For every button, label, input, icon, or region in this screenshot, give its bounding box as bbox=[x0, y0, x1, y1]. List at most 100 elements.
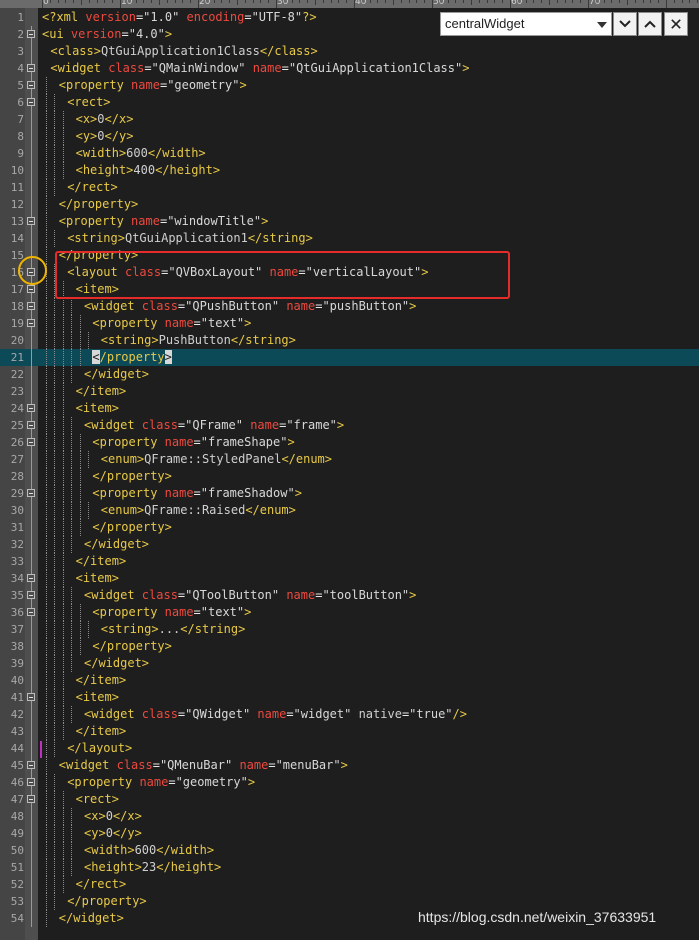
code-line[interactable]: 26 <property name="frameShape"> bbox=[0, 434, 699, 451]
code-line[interactable]: 49 <y>0</y> bbox=[0, 825, 699, 842]
code-line[interactable]: 39 </widget> bbox=[0, 655, 699, 672]
indent-guide bbox=[62, 723, 64, 740]
indent-guide bbox=[54, 876, 56, 893]
code-line[interactable]: 40 </item> bbox=[0, 672, 699, 689]
code-line[interactable]: 19 <property name="text"> bbox=[0, 315, 699, 332]
collapse-icon[interactable] bbox=[27, 217, 35, 225]
indent-guide bbox=[54, 723, 56, 740]
code-line[interactable]: 5 <property name="geometry"> bbox=[0, 77, 699, 94]
code-line[interactable]: 38 </property> bbox=[0, 638, 699, 655]
code-line[interactable]: 47 <rect> bbox=[0, 791, 699, 808]
code-token: name bbox=[131, 78, 160, 92]
collapse-icon[interactable] bbox=[27, 608, 35, 616]
indent-guide bbox=[62, 502, 64, 519]
collapse-icon[interactable] bbox=[27, 302, 35, 310]
fold-guide bbox=[31, 672, 32, 689]
code-line[interactable]: 36 <property name="text"> bbox=[0, 604, 699, 621]
code-line[interactable]: 44 </layout> bbox=[0, 740, 699, 757]
code-line[interactable]: 8 <y>0</y> bbox=[0, 128, 699, 145]
code-line[interactable]: 11 </rect> bbox=[0, 179, 699, 196]
code-line[interactable]: 9 <width>600</width> bbox=[0, 145, 699, 162]
code-line[interactable]: 3 <class>QtGuiApplication1Class</class> bbox=[0, 43, 699, 60]
code-line[interactable]: 53 </property> bbox=[0, 893, 699, 910]
code-line[interactable]: 25 <widget class="QFrame" name="frame"> bbox=[0, 417, 699, 434]
collapse-icon[interactable] bbox=[27, 285, 35, 293]
code-line[interactable]: 4 <widget class="QMainWindow" name="QtGui… bbox=[0, 60, 699, 77]
code-line[interactable]: 43 </item> bbox=[0, 723, 699, 740]
collapse-icon[interactable] bbox=[27, 438, 35, 446]
code-line[interactable]: 42 <widget class="QWidget" name="widget" … bbox=[0, 706, 699, 723]
collapse-icon[interactable] bbox=[27, 30, 35, 38]
code-line[interactable]: 18 <widget class="QPushButton" name="push… bbox=[0, 298, 699, 315]
collapse-icon[interactable] bbox=[27, 778, 35, 786]
ruler-tick bbox=[463, 0, 465, 3]
code-line[interactable]: 22 </widget> bbox=[0, 366, 699, 383]
code-line[interactable]: 23 </item> bbox=[0, 383, 699, 400]
code-line[interactable]: 20 <string>PushButton</string> bbox=[0, 332, 699, 349]
code-token: 0 bbox=[97, 129, 105, 143]
code-token: "QtGuiApplication1Class" bbox=[288, 61, 463, 75]
indent-guide bbox=[46, 536, 47, 553]
code-line[interactable]: 51 <height>23</height> bbox=[0, 859, 699, 876]
next-scope-button[interactable] bbox=[613, 12, 637, 36]
indent-guide bbox=[54, 655, 56, 672]
close-navigation-button[interactable] bbox=[664, 12, 688, 36]
code-line[interactable]: 41 <item> bbox=[0, 689, 699, 706]
code-line[interactable]: 37 <string>...</string> bbox=[0, 621, 699, 638]
collapse-icon[interactable] bbox=[27, 81, 35, 89]
code-token: "frameShape" bbox=[200, 435, 288, 449]
ruler-tick bbox=[564, 0, 566, 3]
collapse-icon[interactable] bbox=[27, 795, 35, 803]
indent-guide bbox=[54, 315, 56, 332]
code-line[interactable]: 45 <widget class="QMenuBar" name="menuBar… bbox=[0, 757, 699, 774]
collapse-icon[interactable] bbox=[27, 421, 35, 429]
collapse-icon[interactable] bbox=[27, 404, 35, 412]
ruler-label: 20 bbox=[199, 0, 211, 7]
code-line[interactable]: 14 <string>QtGuiApplication1</string> bbox=[0, 230, 699, 247]
code-token: <ui bbox=[42, 27, 71, 41]
collapse-icon[interactable] bbox=[27, 64, 35, 72]
collapse-icon[interactable] bbox=[27, 693, 35, 701]
code-line[interactable]: 52 </rect> bbox=[0, 876, 699, 893]
code-line[interactable]: 46 <property name="geometry"> bbox=[0, 774, 699, 791]
code-line[interactable]: 32 </widget> bbox=[0, 536, 699, 553]
previous-scope-button[interactable] bbox=[638, 12, 662, 36]
line-number: 18 bbox=[10, 300, 24, 313]
scope-dropdown[interactable]: centralWidget bbox=[440, 12, 612, 36]
line-number: 27 bbox=[10, 453, 24, 466]
code-line[interactable]: 12 </property> bbox=[0, 196, 699, 213]
code-line[interactable]: 27 <enum>QFrame::StyledPanel</enum> bbox=[0, 451, 699, 468]
code-token: <string> bbox=[67, 231, 125, 245]
code-line[interactable]: 50 <width>600</width> bbox=[0, 842, 699, 859]
code-line[interactable]: 6 <rect> bbox=[0, 94, 699, 111]
collapse-icon[interactable] bbox=[27, 98, 35, 106]
watermark: https://blog.csdn.net/weixin_37633951 bbox=[418, 909, 657, 925]
line-number: 51 bbox=[10, 861, 24, 874]
code-line[interactable]: 34 <item> bbox=[0, 570, 699, 587]
indent-guide bbox=[62, 570, 64, 587]
code-line[interactable]: 7 <x>0</x> bbox=[0, 111, 699, 128]
collapse-icon[interactable] bbox=[27, 761, 35, 769]
layout-annotation-box bbox=[55, 251, 510, 299]
collapse-icon[interactable] bbox=[27, 489, 35, 497]
code-line[interactable]: 31 </property> bbox=[0, 519, 699, 536]
code-line[interactable]: 10 <height>400</height> bbox=[0, 162, 699, 179]
code-line[interactable]: 35 <widget class="QToolButton" name="tool… bbox=[0, 587, 699, 604]
collapse-icon[interactable] bbox=[27, 319, 35, 327]
indent-guide bbox=[46, 434, 47, 451]
code-line[interactable]: 29 <property name="frameShadow"> bbox=[0, 485, 699, 502]
code-line[interactable]: 28 </property> bbox=[0, 468, 699, 485]
indent-guide bbox=[46, 196, 47, 213]
collapse-icon[interactable] bbox=[27, 591, 35, 599]
indent-guide bbox=[54, 859, 56, 876]
code-line[interactable]: 30 <enum>QFrame::Raised</enum> bbox=[0, 502, 699, 519]
indent-guide bbox=[54, 349, 56, 366]
collapse-icon[interactable] bbox=[27, 574, 35, 582]
code-line[interactable]: 24 <item> bbox=[0, 400, 699, 417]
code-line[interactable]: 33 </item> bbox=[0, 553, 699, 570]
code-line[interactable]: 13 <property name="windowTitle"> bbox=[0, 213, 699, 230]
indent-guide bbox=[62, 621, 64, 638]
code-token: </layout> bbox=[67, 741, 133, 755]
code-line[interactable]: 48 <x>0</x> bbox=[0, 808, 699, 825]
code-line[interactable]: 21 </property> bbox=[0, 349, 699, 366]
